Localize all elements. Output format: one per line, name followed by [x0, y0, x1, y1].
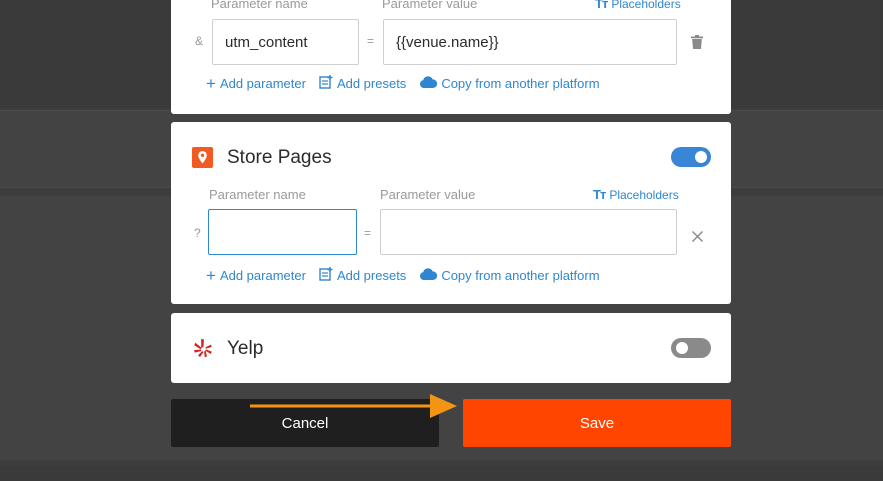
parameter-name-label: Parameter name: [211, 0, 308, 11]
add-parameter-button[interactable]: + Add parameter: [206, 75, 306, 92]
yelp-toggle[interactable]: [671, 338, 711, 358]
plus-icon: +: [206, 74, 216, 93]
note-add-icon: [319, 267, 333, 284]
parameter-value-label: Parameter value: [380, 187, 476, 202]
store-pages-title: Store Pages: [227, 147, 332, 168]
toggle-knob: [695, 151, 707, 163]
parameter-value-input[interactable]: [380, 209, 677, 255]
parameter-name-label: Parameter name: [209, 187, 306, 202]
parameter-name-input[interactable]: [208, 209, 357, 255]
annotation-arrow-icon: [250, 394, 457, 418]
background-band: [0, 466, 883, 481]
placeholders-label: Placeholders: [611, 0, 681, 11]
add-parameter-label: Add parameter: [219, 76, 306, 91]
copy-from-platform-label: Copy from another platform: [441, 268, 600, 283]
add-parameter-label: Add parameter: [219, 268, 306, 283]
card2-actions: + Add parameter Add presets Copy from an…: [206, 267, 613, 284]
placeholders-link[interactable]: Tт Placeholders: [595, 0, 681, 11]
yelp-title: Yelp: [227, 338, 264, 359]
copy-from-platform-label: Copy from another platform: [441, 76, 600, 91]
equals-symbol: =: [367, 34, 375, 48]
cloud-icon: [419, 76, 438, 91]
parameters-card-top: Parameter name Parameter value Tт Placeh…: [171, 0, 731, 114]
copy-from-platform-button[interactable]: Copy from another platform: [419, 76, 600, 91]
add-parameter-button[interactable]: + Add parameter: [206, 267, 306, 284]
parameter-value-label: Parameter value: [382, 0, 478, 11]
plus-icon: +: [206, 266, 216, 285]
close-icon[interactable]: [692, 229, 703, 247]
store-pages-toggle[interactable]: [671, 147, 711, 167]
yelp-card: Yelp: [171, 313, 731, 383]
parameter-name-input[interactable]: utm_content: [212, 19, 359, 65]
save-button[interactable]: Save: [463, 399, 731, 447]
equals-symbol: =: [364, 226, 372, 240]
prefix-symbol: ?: [194, 226, 201, 240]
store-pages-card: Store Pages Parameter name Parameter val…: [171, 122, 731, 304]
note-add-icon: [319, 75, 333, 92]
parameter-value-input[interactable]: {{venue.name}}: [383, 19, 677, 65]
prefix-symbol: &: [195, 34, 204, 48]
map-pin-icon: [192, 147, 213, 173]
add-presets-button[interactable]: Add presets: [319, 267, 406, 284]
placeholders-label: Placeholders: [609, 187, 679, 202]
add-presets-label: Add presets: [336, 76, 407, 91]
toggle-knob: [676, 342, 688, 354]
add-presets-label: Add presets: [336, 268, 407, 283]
text-size-icon: Tт: [593, 187, 606, 202]
placeholders-link[interactable]: Tт Placeholders: [593, 187, 679, 202]
card1-actions: + Add parameter Add presets Copy from an…: [206, 75, 613, 92]
add-presets-button[interactable]: Add presets: [319, 75, 406, 92]
cloud-icon: [419, 268, 438, 283]
yelp-icon: [193, 338, 213, 363]
text-size-icon: Tт: [595, 0, 608, 11]
trash-icon[interactable]: [691, 35, 703, 54]
copy-from-platform-button[interactable]: Copy from another platform: [419, 268, 600, 283]
